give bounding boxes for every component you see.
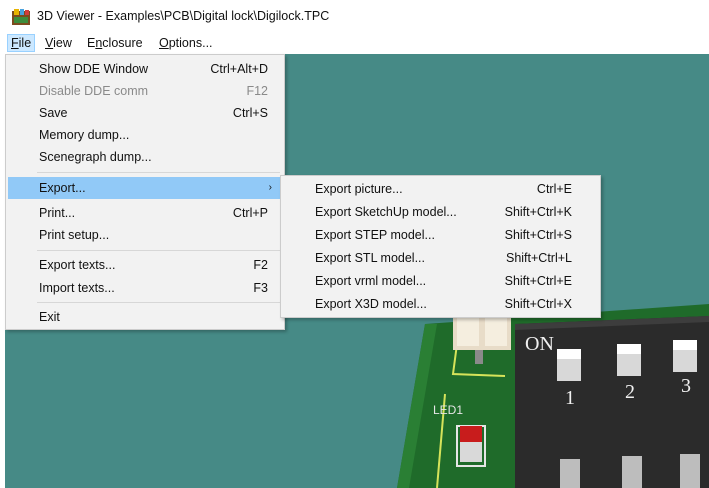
menu-item-scenegraph-dump[interactable]: Scenegraph dump... [8, 146, 282, 168]
menu-item-export-stl[interactable]: Export STL model... Shift+Ctrl+L [283, 247, 598, 269]
led1 [460, 426, 482, 444]
dip-switch-number-1: 1 [565, 387, 575, 409]
menu-item-exit[interactable]: Exit [8, 306, 282, 328]
menu-item-disable-dde-comm[interactable]: Disable DDE comm F12 [8, 80, 282, 102]
menu-file[interactable]: File [7, 34, 36, 52]
menu-item-export-sketchup[interactable]: Export SketchUp model... Shift+Ctrl+K [283, 201, 598, 223]
dip-switch-on-label: ON [525, 333, 554, 355]
menu-item-export-x3d[interactable]: Export X3D model... Shift+Ctrl+X [283, 293, 598, 315]
app-icon [12, 9, 30, 25]
menu-item-memory-dump[interactable]: Memory dump... [8, 124, 282, 146]
menu-item-show-dde-window[interactable]: Show DDE Window Ctrl+Alt+D [8, 58, 282, 80]
window-title: 3D Viewer - Examples\PCB\Digital lock\Di… [37, 9, 330, 23]
menu-item-export-texts[interactable]: Export texts... F2 [8, 254, 282, 276]
chevron-right-icon: › [268, 182, 272, 193]
menu-options[interactable]: Options... [156, 34, 216, 52]
led1-label: LED1 [433, 403, 463, 417]
menu-item-save[interactable]: Save Ctrl+S [8, 102, 282, 124]
menu-item-import-texts[interactable]: Import texts... F3 [8, 277, 282, 299]
menu-item-export[interactable]: Export... › [8, 177, 282, 199]
export-submenu: Export picture... Ctrl+E Export SketchUp … [280, 175, 601, 318]
dip-switch-number-3: 3 [681, 375, 691, 397]
menu-item-export-picture[interactable]: Export picture... Ctrl+E [283, 178, 598, 200]
menu-separator [37, 302, 280, 303]
dip-switch-number-2: 2 [625, 381, 635, 403]
menu-item-export-vrml[interactable]: Export vrml model... Shift+Ctrl+E [283, 270, 598, 292]
menu-item-print-setup[interactable]: Print setup... [8, 224, 282, 246]
menu-bar: File View Enclosure Options... [0, 32, 709, 54]
menu-view[interactable]: View [42, 34, 75, 52]
menu-separator [37, 172, 280, 173]
title-bar: 3D Viewer - Examples\PCB\Digital lock\Di… [0, 0, 709, 32]
menu-separator [37, 250, 280, 251]
menu-item-print[interactable]: Print... Ctrl+P [8, 202, 282, 224]
menu-enclosure[interactable]: Enclosure [84, 34, 146, 52]
file-menu-dropdown: Show DDE Window Ctrl+Alt+D Disable DDE co… [5, 54, 285, 330]
menu-item-export-step[interactable]: Export STEP model... Shift+Ctrl+S [283, 224, 598, 246]
